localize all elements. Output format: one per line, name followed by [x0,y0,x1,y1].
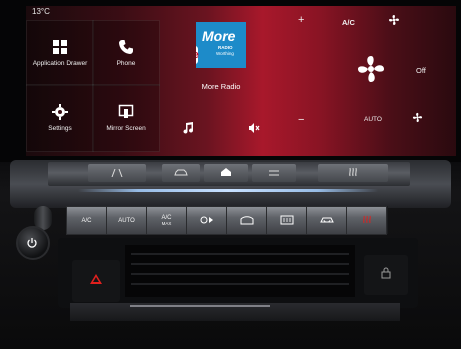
grid-icon [52,39,68,55]
phone-icon [118,39,134,55]
gear-icon [52,104,68,120]
hazard-icon [89,272,103,290]
tile-settings[interactable]: Settings [26,84,94,152]
ambient-light-bar [78,189,378,192]
vent-slat [131,283,349,285]
climate-button-0[interactable]: A/C [66,206,107,235]
climate-button-6[interactable] [306,206,347,235]
bottom-light-line [130,305,270,307]
recirculation-icon [319,215,334,227]
tile-label: Mirror Screen [106,125,146,132]
logo-title: More [202,28,236,44]
temp-down-button[interactable]: − [298,114,304,126]
vent-slat [131,263,349,265]
infotainment-screen: 13°C Application Drawer Phone Settings M… [26,6,456,156]
climate-button-2[interactable]: A/C MAX [146,206,187,235]
ac-toggle-label[interactable]: A/C [342,18,355,27]
seat-heat-icon [360,215,374,227]
climate-button-label: A/C [81,217,92,224]
climate-button-4[interactable] [226,206,267,235]
power-icon [26,236,38,254]
tile-application-drawer[interactable]: Application Drawer [26,20,94,86]
lane-assist-icon [110,164,124,182]
logo-line1: RADIO [218,45,233,50]
home-icon [220,164,232,182]
car-icon [174,164,188,182]
climate-off-label[interactable]: Off [416,66,426,75]
power-volume-knob[interactable] [16,226,50,260]
climate-button-sublabel: MAX [161,220,172,226]
outside-temperature: 13°C [32,7,50,16]
logo-line2: Worthing [216,51,234,56]
vent-slat [131,273,349,275]
lane-assist-button[interactable] [88,164,146,182]
climate-fan-icon[interactable] [412,112,423,125]
climate-button-7[interactable] [346,206,387,235]
rear-demist-icon [280,215,294,227]
radio-widget[interactable]: he More RADIO Worthing More Radio [158,16,284,148]
climate-button-label: A/C [161,214,172,221]
fan-icon[interactable] [388,14,400,28]
station-name: More Radio [201,82,241,91]
tile-mirror-screen[interactable]: Mirror Screen [92,84,160,152]
car-dashboard: 13°C Application Drawer Phone Settings M… [0,0,461,349]
tile-label: Application Drawer [32,60,88,67]
climate-button-label: AUTO [118,217,135,224]
climate-panel: + A/C Off − AUTO [284,6,456,156]
station-logo: he More RADIO Worthing [196,22,246,68]
car-view-button[interactable] [162,164,200,182]
climate-button-3[interactable] [186,206,227,235]
vent-slat [131,253,349,255]
fan-speed-icon[interactable] [356,54,386,86]
driver-assist-icon [267,164,281,182]
driver-assist-button[interactable] [252,164,296,182]
tile-label: Settings [48,125,72,132]
auto-label[interactable]: AUTO [364,116,382,123]
mute-icon[interactable] [248,121,260,139]
heated-wheel-icon [347,164,359,182]
home-button[interactable] [204,164,248,182]
logo-edge-text: he [196,46,199,64]
temp-up-button[interactable]: + [298,14,304,26]
climate-button-row: A/C AUTO A/C MAX [66,206,388,235]
hazard-button[interactable] [72,260,120,302]
screen-bezel: 13°C Application Drawer Phone Settings M… [0,0,461,162]
central-lock-button[interactable] [364,255,408,295]
mirror-screen-icon [118,104,134,120]
tile-phone[interactable]: Phone [92,20,160,86]
tile-label: Phone [116,60,136,67]
windscreen-demist-icon [240,215,254,227]
climate-button-1[interactable]: AUTO [106,206,147,235]
air-vent [125,245,355,297]
music-note-icon[interactable] [182,121,194,139]
shortcut-button-strip [48,162,410,186]
climate-button-5[interactable] [266,206,307,235]
lock-icon [381,266,391,284]
heated-wheel-button[interactable] [318,164,388,182]
fan-speed-icon [200,215,214,227]
